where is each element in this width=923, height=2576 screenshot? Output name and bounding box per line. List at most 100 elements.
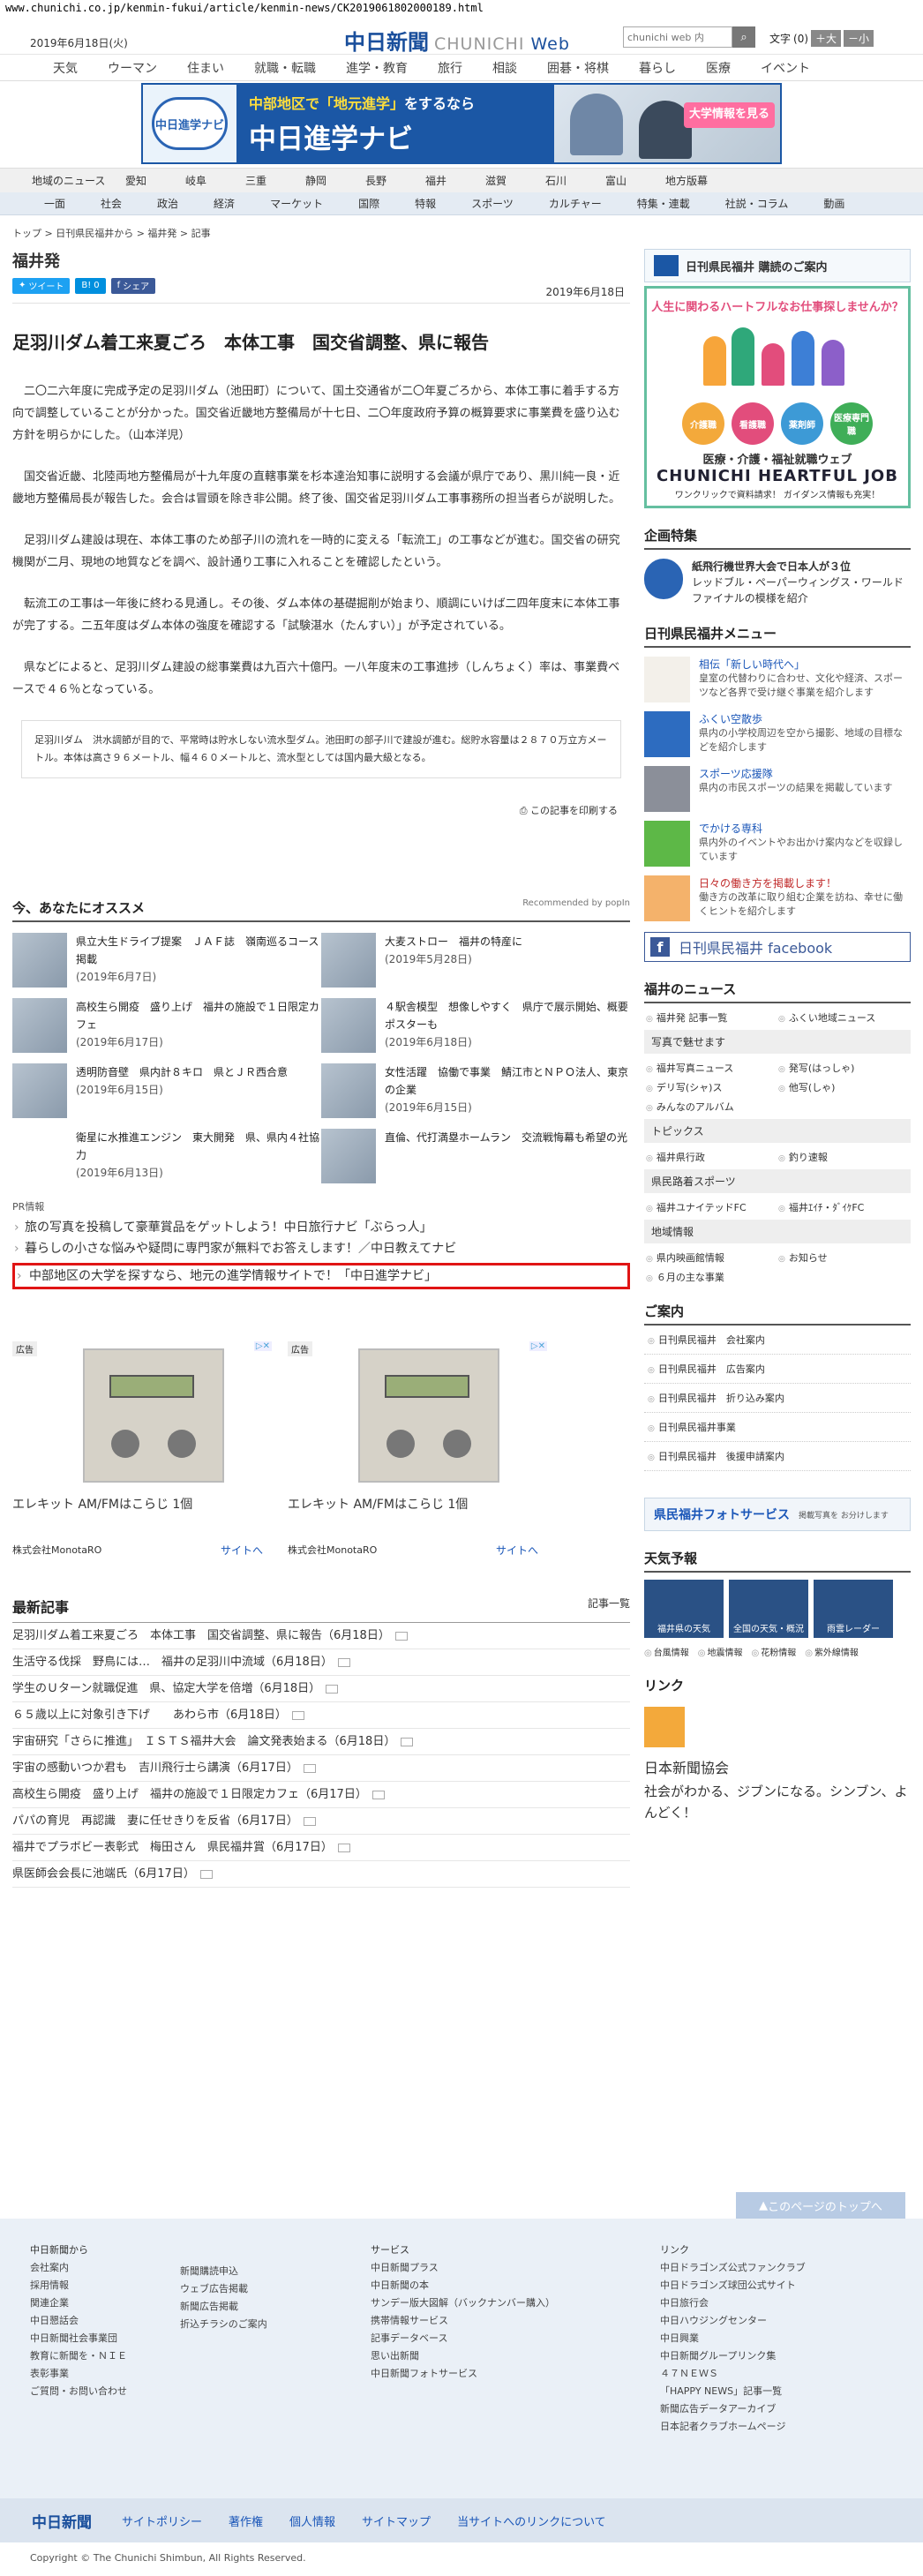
footer-link[interactable]: 教育に新聞を・ＮＩＥ — [30, 2347, 127, 2365]
region-nav-item[interactable]: 愛知 — [125, 173, 185, 188]
category-nav-item[interactable]: スポーツ — [471, 196, 514, 211]
ad-site-link[interactable]: サイトへ — [221, 1543, 263, 1558]
region-nav-item[interactable]: 三重 — [245, 173, 305, 188]
latest-item[interactable]: 学生のＵターン就職促進 県、協定大学を倍増（6月18日） — [12, 1676, 630, 1702]
rain-radar[interactable]: 雨雲レーダー — [814, 1580, 893, 1638]
footer-link[interactable]: 中日新聞フォトサービス — [371, 2365, 555, 2383]
shingaku-navi-banner[interactable]: 中日進学ナビ 中部地区で「地元進学」をするなら 中日進学ナビ 大学情報を見る — [141, 83, 782, 164]
news-link[interactable]: ６月の主な事業 — [646, 1270, 778, 1284]
news-link[interactable]: お知らせ — [778, 1250, 911, 1265]
topnav-item[interactable]: ウーマン — [108, 59, 173, 77]
logo-jp[interactable]: 中日新聞 — [344, 25, 429, 56]
weather-fukui[interactable]: 福井県の天気 — [644, 1580, 724, 1638]
category-nav-item[interactable]: 経済 — [214, 196, 235, 211]
news-link[interactable]: 発写(はっしゃ) — [778, 1061, 911, 1075]
menu-thumb[interactable] — [644, 657, 690, 702]
footer-link[interactable]: 日本記者クラブホームページ — [660, 2418, 806, 2436]
latest-item[interactable]: パパの育児 再認識 妻に任せきりを反省（6月17日） — [12, 1808, 630, 1835]
region-nav-item[interactable]: 静岡 — [305, 173, 365, 188]
feature-logo[interactable] — [644, 559, 683, 599]
ad-unit[interactable]: 広告 ▷✕ エレキット AM/FMはこらじ 1個 株式会社MonotaRO サイ… — [288, 1341, 552, 1562]
category-nav-item[interactable]: 動画 — [823, 196, 844, 211]
ad-title[interactable]: エレキット AM/FMはこらじ 1個 — [12, 1495, 192, 1513]
footer-bottom-link[interactable]: 当サイトへのリンクについて — [457, 2512, 606, 2529]
guide-link[interactable]: 日刊県民福井 後援申請案内 — [644, 1442, 911, 1471]
reco-item[interactable]: 直倫、代打満塁ホームラン 交流戦悔幕も希望の光 — [321, 1129, 630, 1185]
weather-link[interactable]: 地震情報 — [698, 1645, 742, 1658]
feature-item[interactable]: 紙飛行機世界大会で日本人が３位 レッドブル・ペーパーウィングス・ワールドファイナル… — [644, 559, 911, 606]
site-logo[interactable]: 中日新聞 CHUNICHI Web — [344, 25, 570, 56]
footer-link[interactable]: 中日ドラゴンズ球団公式サイト — [660, 2277, 806, 2294]
latest-item[interactable]: 生活守る伐採 野鳥には… 福井の足羽川中流域（6月18日） — [12, 1649, 630, 1676]
latest-more-link[interactable]: 記事一覧 — [588, 1596, 630, 1617]
category-nav-item[interactable]: 社会 — [101, 196, 122, 211]
footer-bottom-link[interactable]: サイトポリシー — [122, 2512, 202, 2529]
news-link[interactable]: 福井発 記事一覧 — [646, 1010, 778, 1025]
reco-thumb[interactable] — [321, 933, 376, 988]
weather-link[interactable]: 紫外線情報 — [805, 1645, 859, 1658]
search-button[interactable]: ⌕ — [732, 26, 755, 48]
pr-link-highlighted[interactable]: 中部地区の大学を探すなら、地元の進学情報サイトで！「中日進学ナビ」 — [12, 1263, 630, 1289]
menu-item[interactable]: スポーツ応援隊 県内の市民スポーツの結果を掲載しています — [644, 766, 911, 812]
footer-link[interactable]: 新聞購読申込 — [180, 2263, 267, 2280]
hatena-button[interactable]: B! 0 — [75, 277, 106, 294]
footer-link[interactable]: 表彰事業 — [30, 2365, 127, 2383]
reco-thumb[interactable] — [321, 1063, 376, 1118]
weather-link[interactable]: 台風情報 — [644, 1645, 689, 1658]
photo-service-banner[interactable]: 県民福井フォトサービス 掲載写真を お分けします — [644, 1498, 911, 1531]
url-bar[interactable]: www.chunichi.co.jp/kenmin-fukui/article/… — [0, 0, 923, 19]
font-smaller-button[interactable]: －小 — [844, 30, 874, 47]
latest-item[interactable]: 宇宙の感動いつか君も 吉川飛行士ら講演（6月17日） — [12, 1755, 630, 1782]
reco-item[interactable]: 衛星に水推進エンジン 東大開発 県、県内４社協力 (2019年6月13日) — [12, 1129, 321, 1185]
footer-link[interactable]: 関連企業 — [30, 2294, 127, 2312]
footer-link[interactable]: 思い出新聞 — [371, 2347, 555, 2365]
footer-link[interactable]: 中日新聞プラス — [371, 2259, 555, 2277]
guide-link[interactable]: 日刊県民福井 広告案内 — [644, 1355, 911, 1384]
menu-item[interactable]: 日々の働き方を掲載します！ 働き方の改革に取り組む企業を訪ね、幸せに働くヒントを紹… — [644, 875, 911, 921]
pr-link[interactable]: 旅の写真を投稿して豪華賞品をゲットしよう！中日旅行ナビ「ぶらっ人」 — [12, 1217, 630, 1238]
news-link[interactable]: ふくい地域ニュース — [778, 1010, 911, 1025]
footer-link[interactable]: 中日新聞グループリンク集 — [660, 2347, 806, 2365]
region-nav-item[interactable]: 長野 — [365, 173, 425, 188]
reco-item[interactable]: 女性活躍 協働で事業 鯖江市とＮＰＯ法人、東京の企業 (2019年6月15日) — [321, 1063, 630, 1120]
footer-link[interactable]: 携帯情報サービス — [371, 2312, 555, 2330]
footer-bottom-link[interactable]: 個人情報 — [289, 2512, 335, 2529]
category-nav-item[interactable]: 特報 — [415, 196, 436, 211]
news-link[interactable]: 県内映画館情報 — [646, 1250, 778, 1265]
reco-item[interactable]: 高校生ら開疫 盛り上げ 福井の施設で１日限定カフェ (2019年6月17日) — [12, 998, 321, 1055]
footer-link[interactable]: 折込チラシのご案内 — [180, 2316, 267, 2333]
ad-site-link[interactable]: サイトへ — [496, 1543, 538, 1558]
press-association-name[interactable]: 日本新聞協会 — [644, 1756, 911, 1777]
breadcrumb[interactable]: トップ > 日刊県民福井から > 福井発 > 記事 — [12, 226, 211, 240]
topnav-item[interactable]: 住まい — [187, 59, 240, 77]
reco-thumb[interactable] — [321, 1129, 376, 1183]
footer-link[interactable]: 「HAPPY NEWS」記事一覧 — [660, 2383, 806, 2400]
topnav-item[interactable]: 旅行 — [438, 59, 478, 77]
latest-item[interactable]: 高校生ら開疫 盛り上げ 福井の施設で１日限定カフェ（6月17日） — [12, 1782, 630, 1808]
tweet-button[interactable]: ✦ ツイート — [12, 277, 71, 294]
latest-item[interactable]: 県医師会会長に池端氏（6月17日） — [12, 1861, 630, 1888]
footer-link[interactable]: 中日旅行会 — [660, 2294, 806, 2312]
press-association-logo[interactable] — [644, 1707, 685, 1747]
footer-link[interactable]: 中日ドラゴンズ公式ファンクラブ — [660, 2259, 806, 2277]
news-link[interactable]: デリ写(シャ)ス — [646, 1080, 778, 1094]
region-nav-item[interactable]: 岐阜 — [185, 173, 245, 188]
category-nav-item[interactable]: 社説・コラム — [725, 196, 789, 211]
subscription-banner[interactable]: 日刊県民福井 購読のご案内 — [644, 249, 911, 282]
region-nav-item[interactable]: 福井 — [425, 173, 485, 188]
news-link[interactable]: 福井ｴｲﾁ・ﾀﾞｲｹFC — [778, 1200, 911, 1214]
pr-link[interactable]: 暮らしの小さな悩みや疑問に専門家が無料でお答えします！／中日教えてナビ — [12, 1238, 630, 1259]
footer-link[interactable]: 新聞広告データアーカイブ — [660, 2400, 806, 2418]
category-nav-item[interactable]: 一面 — [44, 196, 65, 211]
latest-item[interactable]: 宇宙研究「さらに推進」 ＩＳＴＳ福井大会 論文発表始まる（6月18日） — [12, 1729, 630, 1755]
menu-item[interactable]: 相伝「新しい時代へ」 皇室の代替わりに合わせ、文化や経済、スポーツなど各界で受け継… — [644, 657, 911, 702]
footer-link[interactable]: ご質問・お問い合わせ — [30, 2383, 127, 2400]
back-to-top-button[interactable]: ▲ このページのトップへ — [736, 2192, 905, 2219]
category-nav-item[interactable]: マーケット — [270, 196, 323, 211]
region-nav-item[interactable]: 石川 — [545, 173, 605, 188]
topnav-item[interactable]: 進学・教育 — [346, 59, 424, 77]
footer-link[interactable]: ウェブ広告掲載 — [180, 2280, 267, 2298]
guide-link[interactable]: 日刊県民福井 折り込み案内 — [644, 1384, 911, 1413]
footer-link[interactable]: 中日懇話会 — [30, 2312, 127, 2330]
facebook-share-button[interactable]: f シェア — [110, 277, 156, 294]
